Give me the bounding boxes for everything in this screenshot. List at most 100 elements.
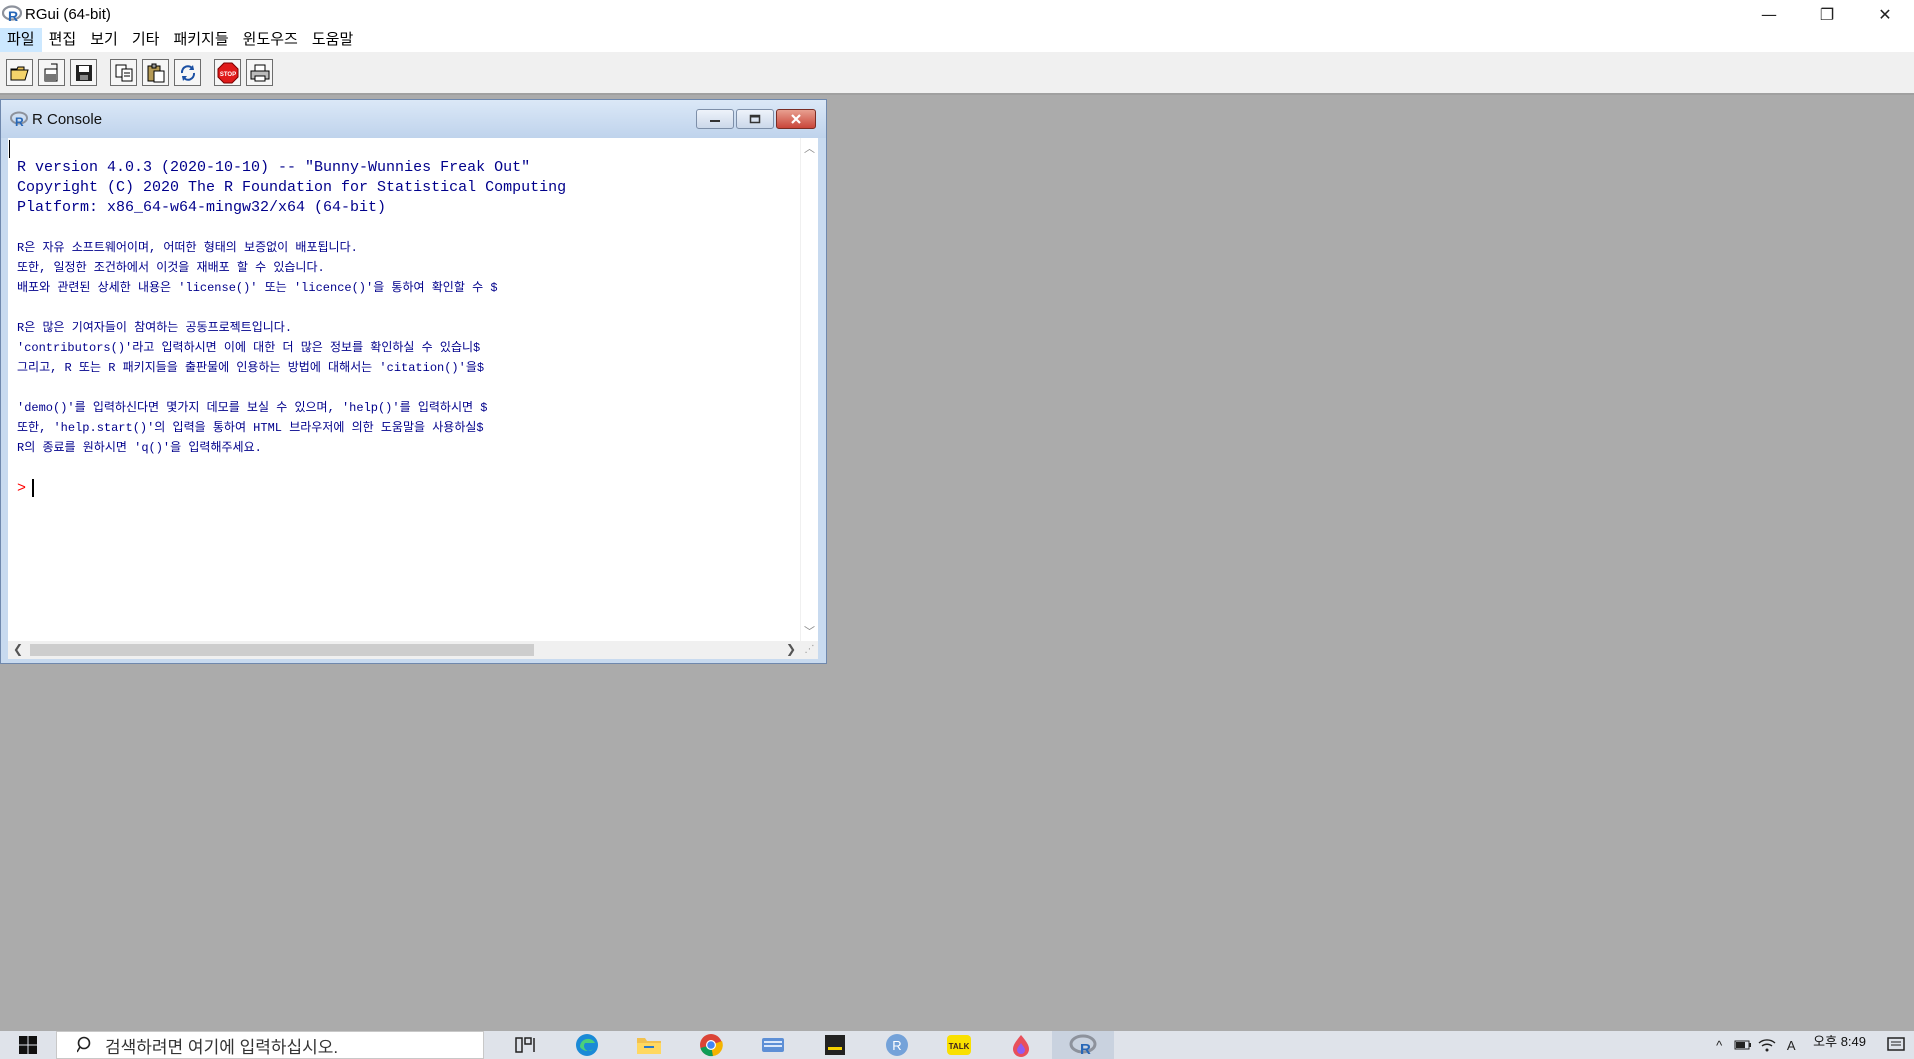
menu-view[interactable]: 보기 (83, 28, 125, 52)
prompt-symbol: > (17, 480, 27, 497)
menu-windows[interactable]: 윈도우즈 (236, 28, 305, 52)
clock[interactable]: 오후 8:49 (1813, 1031, 1866, 1050)
menu-misc[interactable]: 기타 (125, 28, 167, 52)
console-line: R의 종료를 원하시면 'q()'을 입력해주세요. (17, 441, 262, 455)
prompt-line[interactable]: > (17, 478, 797, 500)
horizontal-scrollbar[interactable]: ❮ ❯ (8, 641, 801, 659)
system-tray: ^ A 오후 8:49 (1707, 1031, 1914, 1059)
open-script-icon (10, 66, 29, 80)
menu-file[interactable]: 파일 (0, 28, 42, 52)
search-icon (77, 1036, 91, 1053)
copy-icon (115, 64, 132, 81)
show-hidden-icons-icon[interactable]: ^ (1707, 1035, 1731, 1055)
resize-grip-icon[interactable]: ⋰ (801, 641, 818, 659)
refresh-button[interactable] (174, 59, 201, 86)
sticky-app-icon (825, 1035, 845, 1055)
sticky-app-button[interactable] (804, 1031, 866, 1059)
rgui-app: R RGui (64-bit) — ❐ ✕ 파일 편집 보기 기타 패키지들 윈… (0, 0, 1914, 1059)
r-console-window[interactable]: R R Console R version 4.0.3 (2020-10-10)… (0, 99, 827, 664)
refresh-icon (180, 64, 195, 81)
text-caret (9, 140, 10, 158)
menu-edit[interactable]: 편집 (42, 28, 84, 52)
file-explorer-button[interactable] (618, 1031, 680, 1059)
paste-button[interactable] (142, 59, 169, 86)
ime-indicator[interactable]: A (1779, 1035, 1803, 1055)
console-line: 그리고, R 또는 R 패키지들을 출판물에 인용하는 방법에 대해서는 'ci… (17, 361, 485, 375)
menu-packages[interactable]: 패키지들 (166, 28, 235, 52)
console-maximize-button[interactable] (736, 109, 774, 129)
chrome-button[interactable] (680, 1031, 742, 1059)
close-button[interactable]: ✕ (1856, 0, 1914, 28)
console-line: Copyright (C) 2020 The R Foundation for … (17, 179, 567, 196)
task-view-button[interactable] (494, 1031, 556, 1059)
windows-logo-icon (19, 1036, 37, 1054)
paint-icon (1013, 1035, 1029, 1057)
start-button[interactable] (0, 1031, 56, 1059)
chrome-icon (700, 1034, 723, 1057)
taskbar-search[interactable]: 검색하려면 여기에 입력하십시오. (56, 1031, 484, 1059)
console-close-button[interactable] (776, 109, 816, 129)
svg-text:R: R (8, 8, 18, 23)
console-output[interactable]: R version 4.0.3 (2020-10-10) -- "Bunny-W… (17, 138, 797, 624)
print-button[interactable] (246, 59, 273, 86)
battery-icon[interactable] (1731, 1035, 1755, 1055)
window-title: RGui (64-bit) (25, 5, 111, 23)
scroll-right-icon[interactable]: ❯ (786, 642, 796, 656)
console-line: R은 많은 기여자들이 참여하는 공동프로젝트입니다. (17, 321, 293, 335)
menu-help[interactable]: 도움말 (305, 28, 360, 52)
close-icon (791, 114, 801, 124)
console-title: R Console (32, 110, 103, 128)
console-line: Platform: x86_64-w64-mingw32/x64 (64-bit… (17, 199, 387, 216)
load-workspace-button[interactable] (38, 59, 65, 86)
console-line: R은 자유 소프트웨어이며, 어떠한 형태의 보증없이 배포됩니다. (17, 241, 358, 255)
stop-icon: STOP (217, 62, 238, 83)
console-line: 'demo()'를 입력하신다면 몇가지 데모를 보실 수 있으며, 'help… (17, 401, 488, 415)
console-line: 'contributors()'라고 입력하시면 이에 대한 더 많은 정보를 … (17, 341, 481, 355)
scroll-up-icon[interactable]: ︿ (804, 140, 815, 156)
console-minimize-button[interactable] (696, 109, 734, 129)
console-line: R version 4.0.3 (2020-10-10) -- "Bunny-W… (17, 159, 531, 176)
file-explorer-icon (637, 1038, 661, 1054)
svg-text:TALK: TALK (949, 1042, 970, 1051)
paint-button[interactable] (990, 1031, 1052, 1059)
svg-text:R: R (892, 1038, 901, 1053)
search-placeholder: 검색하려면 여기에 입력하십시오. (105, 1037, 339, 1057)
save-icon (75, 64, 92, 81)
scroll-down-icon[interactable]: ﹀ (804, 623, 815, 639)
wifi-icon[interactable] (1755, 1035, 1779, 1055)
r-studio-button[interactable]: R (866, 1031, 928, 1059)
kakaotalk-icon: TALK (947, 1035, 971, 1055)
console-line: 배포와 관련된 상세한 내용은 'license()' 또는 'licence(… (17, 281, 498, 295)
r-logo-icon: R (10, 111, 28, 127)
kakaotalk-button[interactable]: TALK (928, 1031, 990, 1059)
svg-text:R: R (15, 115, 24, 127)
open-script-button[interactable] (6, 59, 33, 86)
scroll-left-icon[interactable]: ❮ (13, 642, 23, 656)
vertical-scrollbar[interactable]: ︿ ﹀ (800, 138, 818, 641)
rgui-button[interactable]: R (1052, 1031, 1114, 1059)
console-body[interactable]: R version 4.0.3 (2020-10-10) -- "Bunny-W… (8, 138, 818, 659)
console-line: 또한, 'help.start()'의 입력을 통하여 HTML 브라우저에 의… (17, 421, 484, 435)
horizontal-scroll-thumb[interactable] (30, 644, 534, 656)
edge-button[interactable] (556, 1031, 618, 1059)
maximize-icon (749, 114, 761, 124)
task-view-icon (515, 1037, 535, 1053)
svg-text:R: R (1080, 1041, 1091, 1056)
save-button[interactable] (70, 59, 97, 86)
minimize-button[interactable]: — (1740, 0, 1798, 28)
restore-button[interactable]: ❐ (1798, 0, 1856, 28)
notifications-icon[interactable] (1884, 1035, 1908, 1055)
load-workspace-icon (44, 63, 57, 81)
mdi-workspace: R R Console R version 4.0.3 (2020-10-10)… (0, 97, 1914, 1031)
edge-icon (576, 1034, 598, 1056)
console-line: 또한, 일정한 조건하에서 이것을 재배포 할 수 있습니다. (17, 261, 325, 275)
keyboard-app-button[interactable] (742, 1031, 804, 1059)
r-logo-icon: R (1, 5, 23, 24)
copy-button[interactable] (110, 59, 137, 86)
console-title-bar[interactable]: R R Console (1, 100, 826, 138)
input-caret (32, 479, 35, 498)
stop-button[interactable]: STOP (214, 59, 241, 86)
print-icon (250, 64, 269, 81)
